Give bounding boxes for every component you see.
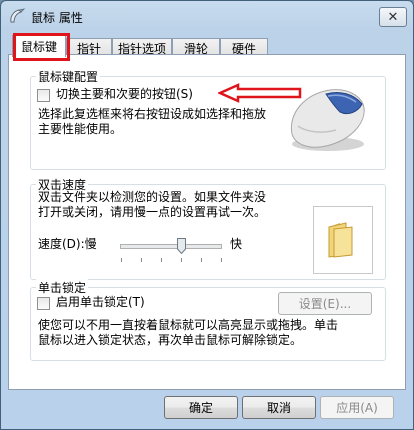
double-click-description-line-1: 双击文件夹以检测您的设置。如果文件夹没 (38, 190, 267, 204)
mouse-image (290, 89, 365, 151)
double-click-description-line-2: 打开或关闭，请用慢一点的设置再试一次。 (38, 205, 267, 219)
close-button[interactable]: ✕ (379, 7, 407, 27)
close-icon: ✕ (387, 9, 399, 25)
cancel-button[interactable]: 取消 (242, 396, 316, 419)
window-title: 鼠标 属性 (31, 11, 83, 25)
speed-fast-label: 快 (230, 237, 243, 251)
switch-buttons-checkbox[interactable] (37, 89, 50, 102)
click-lock-description-line-1: 使您可以不用一直按着鼠标就可以高亮显示或拖拽。单击 (38, 318, 339, 332)
mouse-properties-icon (10, 8, 26, 23)
speed-slow-label: 速度(D):慢 (38, 237, 97, 251)
cancel-label: 取消 (266, 401, 291, 415)
ok-label: 确定 (188, 401, 213, 415)
speed-slider-thumb[interactable] (177, 238, 186, 254)
click-lock-checkbox[interactable] (37, 297, 50, 310)
slider-tick (181, 258, 182, 262)
apply-label: 应用(A) (336, 401, 378, 415)
slider-tick (121, 258, 122, 262)
button-config-label: 鼠标键配置 (36, 68, 101, 85)
click-lock-label: 单击锁定 (36, 279, 89, 296)
slider-tick (221, 258, 222, 262)
click-lock-description-line-2: 鼠标以进入锁定状态，再次单击鼠标可解除锁定。 (38, 333, 303, 347)
switch-buttons-label: 切换主要和次要的按钮(S) (56, 87, 193, 101)
button-config-description-line-1: 选择此复选框来将右按钮设成如选择和拖放 (38, 107, 267, 121)
annotation-highlight-box (13, 33, 70, 61)
click-lock-checkbox-label: 启用单击锁定(T) (56, 295, 145, 309)
slider-tick (201, 258, 202, 262)
click-lock-settings-button[interactable]: 设置(E)... (278, 292, 372, 315)
slider-tick (161, 258, 162, 262)
title-bar: 鼠标 属性 ✕ (1, 1, 413, 31)
slider-tick (141, 258, 142, 262)
settings-button-label: 设置(E)... (298, 297, 352, 311)
test-folder-area[interactable] (313, 206, 373, 274)
button-config-description-line-2: 主要性能使用。 (38, 122, 123, 136)
folder-icon (328, 222, 353, 258)
apply-button[interactable]: 应用(A) (320, 396, 394, 419)
double-click-speed-slider[interactable] (120, 244, 222, 249)
ok-button[interactable]: 确定 (164, 396, 238, 419)
